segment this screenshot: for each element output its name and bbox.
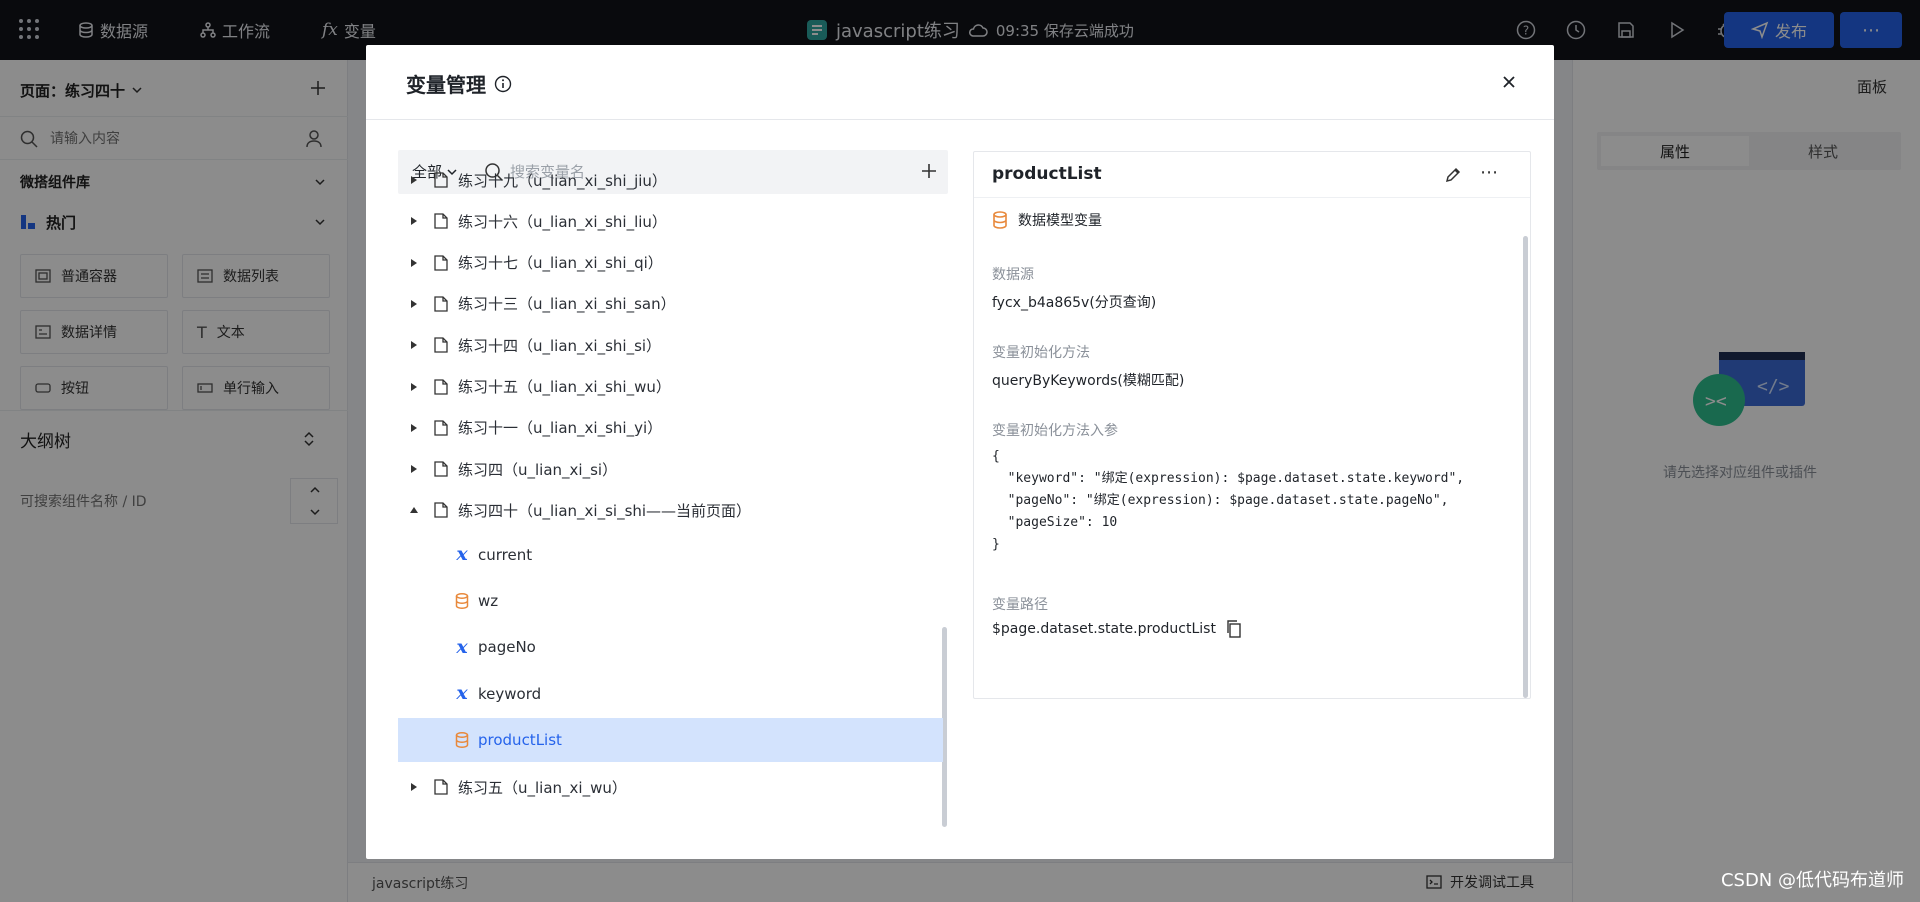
dialog-title: 变量管理	[406, 69, 512, 98]
close-icon[interactable]	[1494, 67, 1524, 97]
variable-item[interactable]: wz	[398, 579, 943, 623]
caret-up-icon[interactable]	[408, 507, 420, 514]
page-tree-label: 练习四十（u_lian_xi_si_shi——当前页面）	[458, 501, 752, 520]
caret-right-icon[interactable]	[408, 217, 420, 226]
variable-item[interactable]: x current	[398, 533, 943, 577]
page-tree-label: 练习四（u_lian_xi_si）	[458, 460, 618, 479]
page-tree-label: 练习十一（u_lian_xi_shi_yi）	[458, 419, 663, 438]
page-icon	[434, 337, 448, 353]
page-tree-label: 练习十七（u_lian_xi_shi_qi）	[458, 254, 663, 273]
variable-name: pageNo	[478, 638, 536, 657]
caret-right-icon[interactable]	[408, 299, 420, 308]
page-icon	[434, 461, 448, 477]
page-tree-item[interactable]: 练习十九（u_lian_xi_shi_jiu）	[398, 159, 948, 201]
detail-scrollbar[interactable]	[1523, 236, 1528, 698]
page-tree-item[interactable]: 练习五（u_lian_xi_wu）	[398, 766, 948, 808]
database-icon	[992, 211, 1008, 229]
init-method-value: queryByKeywords(模糊匹配)	[992, 373, 1185, 389]
caret-right-icon[interactable]	[408, 341, 420, 350]
page-tree-item[interactable]: 练习十三（u_lian_xi_shi_san）	[398, 283, 948, 325]
variable-x-icon: x	[456, 682, 468, 705]
page-tree-item[interactable]: 练习十六（u_lian_xi_shi_liu）	[398, 200, 948, 242]
datasource-value: fycx_b4a865v(分页查询)	[992, 295, 1157, 311]
page-tree-item[interactable]: 练习十一（u_lian_xi_shi_yi）	[398, 407, 948, 449]
page-tree-item[interactable]: 练习四十（u_lian_xi_si_shi——当前页面）	[398, 489, 948, 531]
page-tree-label: 练习十六（u_lian_xi_shi_liu）	[458, 212, 667, 231]
page-tree-item[interactable]: 练习十四（u_lian_xi_shi_si）	[398, 324, 948, 366]
page-icon	[434, 779, 448, 795]
copy-icon[interactable]	[1226, 620, 1242, 638]
variable-manager-dialog: 变量管理 全部 productList ⋯ 数据模型变量 数据源 fycx_b4…	[366, 45, 1554, 859]
page-tree-item[interactable]: 练习四（u_lian_xi_si）	[398, 448, 948, 490]
datasource-label: 数据源	[992, 267, 1034, 283]
code-line: "pageNo": "绑定(expression): $page.dataset…	[992, 493, 1449, 508]
database-icon	[454, 731, 470, 748]
page-tree-label: 练习五（u_lian_xi_wu）	[458, 778, 627, 797]
code-line: "pageSize": 10	[992, 515, 1118, 530]
edit-pencil-icon[interactable]	[1444, 166, 1462, 184]
page-tree-label: 练习十五（u_lian_xi_shi_wu）	[458, 378, 671, 396]
variable-type: 数据模型变量	[992, 210, 1102, 230]
dialog-title-text: 变量管理	[406, 73, 486, 97]
variable-item[interactable]: x pageNo	[398, 625, 943, 669]
code-line: "keyword": "绑定(expression): $page.datase…	[992, 471, 1465, 486]
page-tree-item[interactable]: 练习十七（u_lian_xi_shi_qi）	[398, 242, 948, 284]
code-line: }	[992, 537, 1000, 552]
code-line: {	[992, 449, 1000, 464]
watermark: CSDN @低代码布道师	[1720, 870, 1904, 891]
variable-x-icon: x	[456, 543, 468, 566]
page-icon	[434, 296, 448, 312]
variable-name: keyword	[478, 684, 542, 703]
variable-path-value: $page.dataset.state.productList	[992, 621, 1216, 637]
variable-path: $page.dataset.state.productList	[992, 620, 1242, 638]
variable-item[interactable]: x keyword	[398, 672, 943, 716]
page-icon	[434, 213, 448, 229]
variable-type-label: 数据模型变量	[1018, 213, 1102, 229]
caret-right-icon[interactable]	[408, 176, 420, 184]
page-tree-label: 练习十三（u_lian_xi_shi_san）	[458, 295, 676, 314]
init-method-label: 变量初始化方法	[992, 345, 1090, 361]
info-icon[interactable]	[494, 75, 512, 93]
variable-x-icon: x	[456, 635, 468, 658]
caret-right-icon[interactable]	[408, 465, 420, 474]
variable-path-label: 变量路径	[992, 597, 1048, 613]
variable-item[interactable]: productList	[398, 717, 943, 762]
caret-right-icon[interactable]	[408, 423, 420, 432]
page-tree-label: 练习十九（u_lian_xi_shi_jiu）	[458, 171, 667, 190]
caret-right-icon[interactable]	[408, 258, 420, 267]
variable-name: productList	[478, 730, 562, 749]
variable-detail-card: productList ⋯ 数据模型变量 数据源 fycx_b4a865v(分页…	[973, 151, 1531, 699]
page-icon	[434, 378, 448, 395]
page-icon	[434, 420, 448, 436]
variable-name: productList	[992, 164, 1102, 184]
page-tree-item[interactable]: 练习十五（u_lian_xi_shi_wu）	[398, 366, 948, 408]
database-icon	[454, 593, 470, 609]
page-tree-label: 练习十四（u_lian_xi_shi_si）	[458, 336, 662, 355]
init-params-label: 变量初始化方法入参	[992, 423, 1118, 439]
variable-name: current	[478, 545, 533, 564]
caret-right-icon[interactable]	[408, 382, 420, 391]
caret-right-icon[interactable]	[408, 783, 420, 792]
more-dots-icon[interactable]: ⋯	[1480, 162, 1498, 183]
dialog-header: 变量管理	[366, 45, 1554, 120]
page-icon	[434, 172, 448, 188]
page-icon	[434, 254, 448, 271]
variable-name: wz	[478, 592, 499, 610]
detail-card-header: productList ⋯	[974, 152, 1530, 198]
page-icon	[434, 502, 448, 519]
